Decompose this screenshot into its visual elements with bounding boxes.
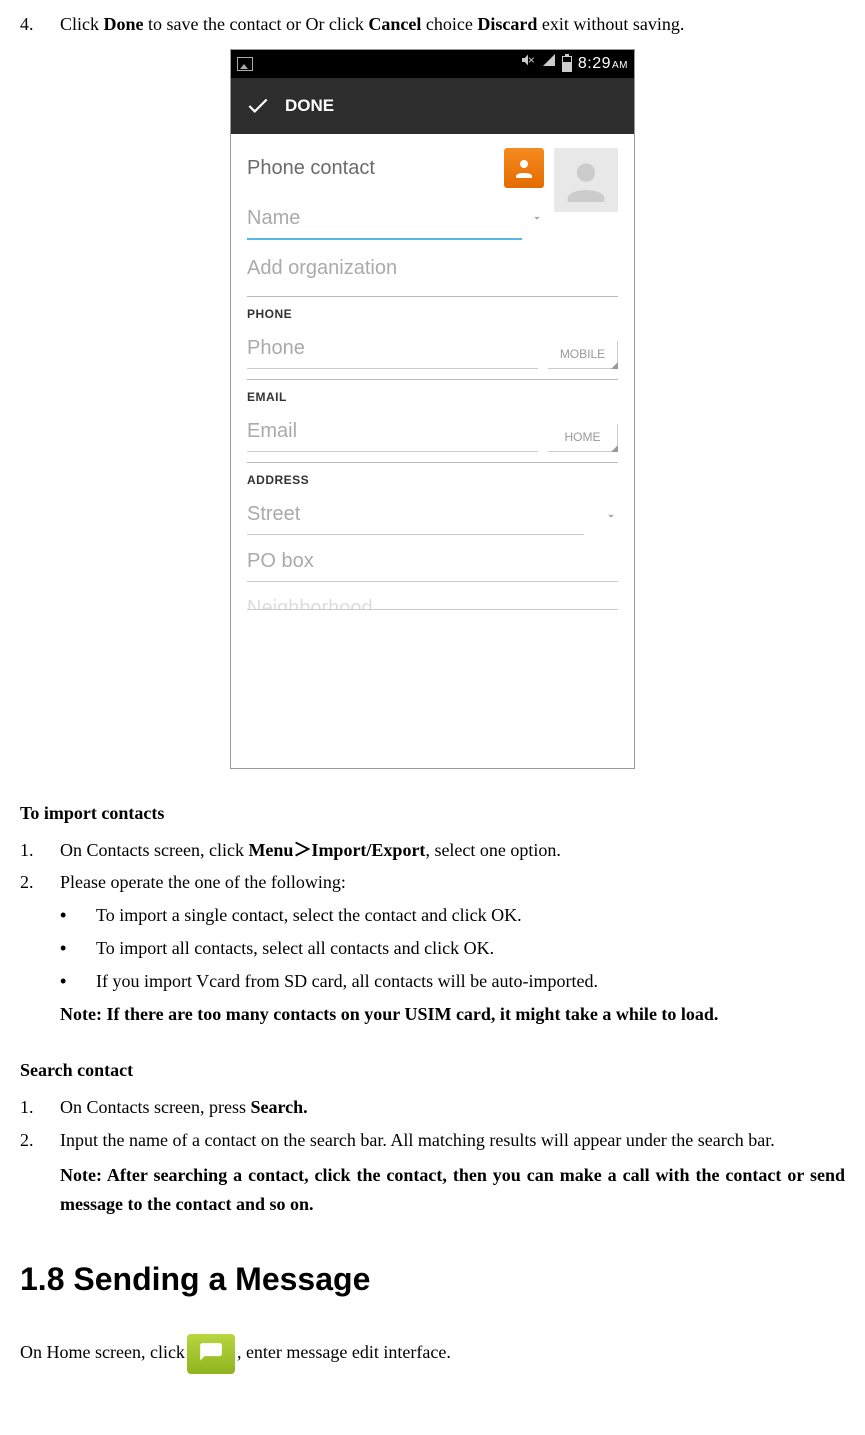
contact-form: Phone contact Name Add xyxy=(231,134,634,611)
status-left xyxy=(237,57,253,71)
add-organization[interactable]: Add organization xyxy=(247,252,618,284)
signal-icon xyxy=(542,53,556,74)
phone-input[interactable]: Phone xyxy=(247,332,538,369)
import-item-2: 2. Please operate the one of the followi… xyxy=(20,868,845,897)
address-section-header: ADDRESS xyxy=(247,462,618,490)
battery-icon xyxy=(562,56,572,72)
import-item-1: 1. On Contacts screen, click Menu＞Import… xyxy=(20,836,845,865)
import-bullet-3: •If you import Vcard from SD card, all c… xyxy=(60,967,845,996)
mute-icon xyxy=(520,51,536,77)
import-note: Note: If there are too many contacts on … xyxy=(60,1000,845,1029)
status-right: 8:29AM xyxy=(520,51,628,77)
phone-screenshot: 8:29AM DONE Phone contact xyxy=(230,49,635,769)
chevron-down-icon[interactable] xyxy=(530,208,544,234)
cancel-word: Cancel xyxy=(368,14,421,34)
neighborhood-input[interactable]: Neighborhood xyxy=(247,592,618,610)
home-screen-line: On Home screen, click , enter message ed… xyxy=(20,1334,845,1374)
email-input[interactable]: Email xyxy=(247,415,538,452)
pobox-input[interactable]: PO box xyxy=(247,545,618,582)
done-bar[interactable]: DONE xyxy=(231,78,634,134)
street-input[interactable]: Street xyxy=(247,498,584,535)
status-time: 8:29AM xyxy=(578,51,628,77)
avatar-placeholder[interactable] xyxy=(554,148,618,212)
search-item-1: 1. On Contacts screen, press Search. xyxy=(20,1093,845,1122)
import-heading: To import contacts xyxy=(20,799,845,828)
street-row: Street xyxy=(247,498,618,535)
email-field-row: Email HOME xyxy=(247,415,618,452)
messaging-app-icon xyxy=(187,1334,235,1374)
chevron-down-icon[interactable] xyxy=(604,506,618,532)
status-bar: 8:29AM xyxy=(231,50,634,78)
email-section-header: EMAIL xyxy=(247,379,618,407)
phone-contact-row[interactable]: Phone contact xyxy=(247,148,544,188)
done-label: DONE xyxy=(285,92,334,119)
phone-screenshot-container: 8:29AM DONE Phone contact xyxy=(20,49,845,769)
step-text: Click Done to save the contact or Or cli… xyxy=(60,10,845,39)
picture-icon xyxy=(237,57,253,71)
check-icon xyxy=(245,93,271,119)
menu-import-export: Menu＞Import/Export xyxy=(248,840,425,860)
contact-type-icon xyxy=(504,148,544,188)
import-bullets: •To import a single contact, select the … xyxy=(60,901,845,995)
name-input[interactable]: Name xyxy=(247,202,522,240)
search-bold: Search. xyxy=(250,1097,307,1117)
phone-type-selector[interactable]: MOBILE xyxy=(548,341,618,369)
search-note: Note: After searching a contact, click t… xyxy=(60,1161,845,1219)
phone-section-header: PHONE xyxy=(247,296,618,324)
step-4: 4. Click Done to save the contact or Or … xyxy=(20,10,845,39)
import-list: 1. On Contacts screen, click Menu＞Import… xyxy=(20,836,845,898)
email-type-selector[interactable]: HOME xyxy=(548,424,618,452)
phone-field-row: Phone MOBILE xyxy=(247,332,618,369)
search-list: 1. On Contacts screen, press Search. 2. … xyxy=(20,1093,845,1155)
name-row[interactable]: Name xyxy=(247,202,544,240)
section-1-8-heading: 1.8 Sending a Message xyxy=(20,1254,845,1305)
step-number: 4. xyxy=(20,10,60,39)
search-item-2: 2. Input the name of a contact on the se… xyxy=(20,1126,845,1155)
import-bullet-1: •To import a single contact, select the … xyxy=(60,901,845,930)
import-bullet-2: •To import all contacts, select all cont… xyxy=(60,934,845,963)
search-heading: Search contact xyxy=(20,1056,845,1085)
done-word: Done xyxy=(104,14,144,34)
discard-word: Discard xyxy=(477,14,537,34)
